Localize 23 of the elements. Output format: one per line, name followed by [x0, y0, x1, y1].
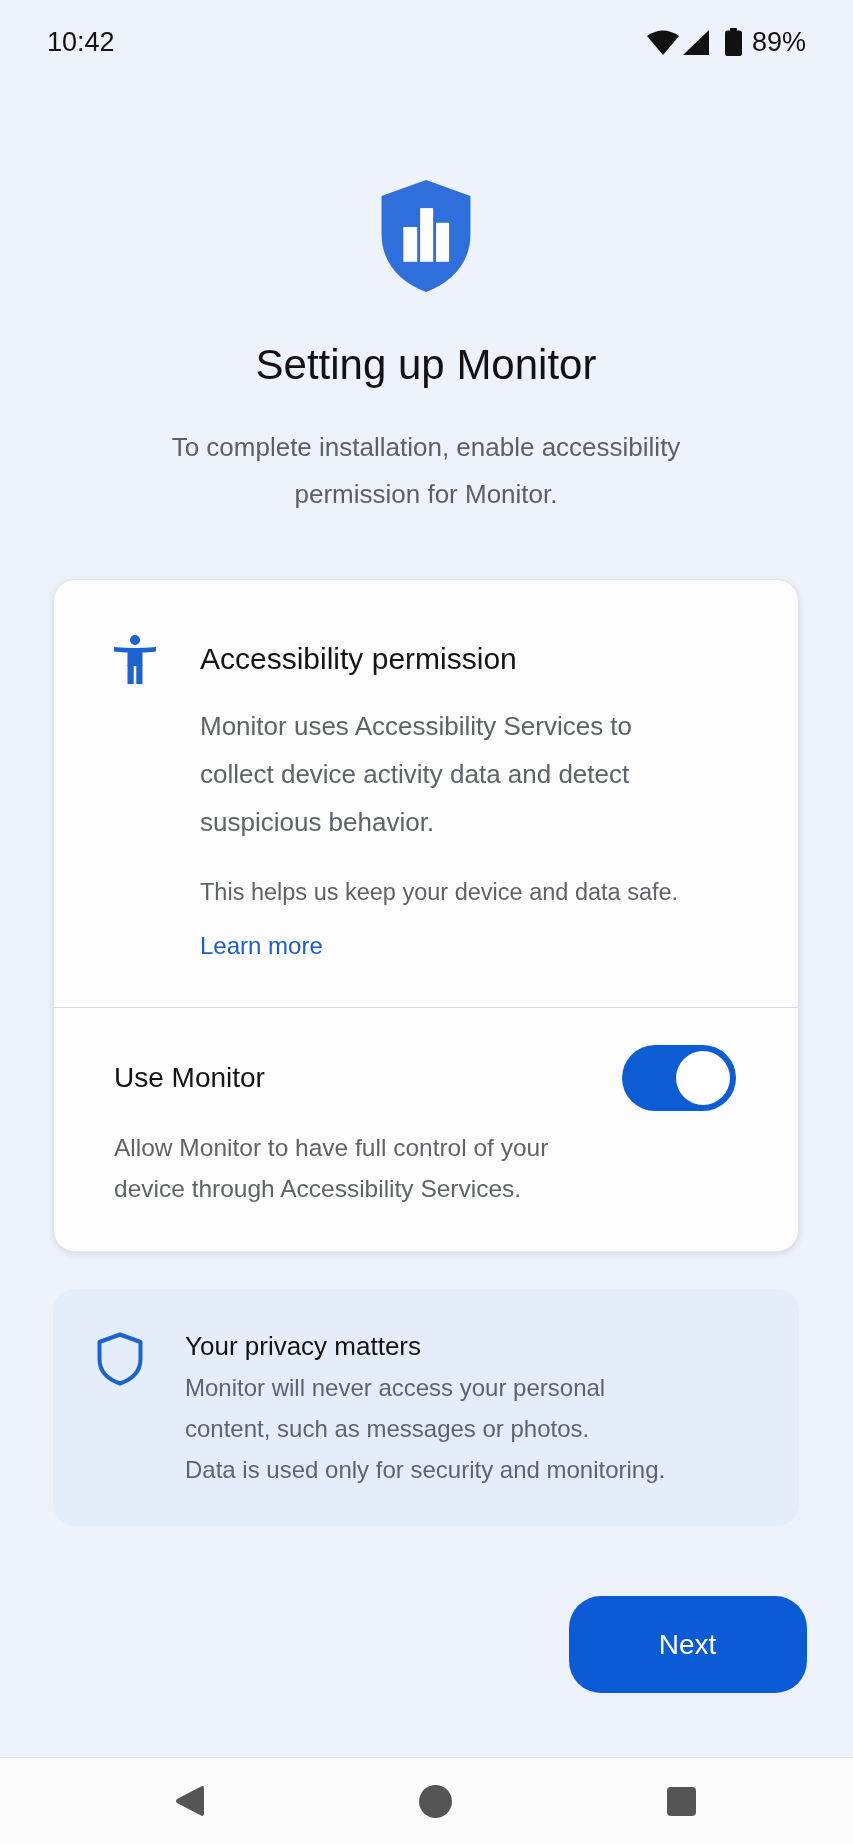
next-button[interactable]: Next [568, 1596, 807, 1693]
signal-icon [682, 29, 709, 55]
permission-title: Accessibility permission [200, 641, 518, 677]
page-title: Setting up Monitor [255, 340, 597, 390]
setting-description: Allow Monitor to have full control of your device through Accessibility Services. [114, 1133, 550, 1204]
page-subtitle: To complete installation, enable accessibility permission for Monitor. [170, 431, 682, 511]
wifi-icon [646, 29, 679, 55]
permission-note: This helps us keep your device and data safe. [200, 878, 680, 907]
privacy-title: Your privacy matters [185, 1330, 423, 1363]
accessibility-person-icon [114, 635, 156, 684]
back-triangle-icon[interactable] [174, 1785, 204, 1817]
privacy-text: Data is used only for security and monitoring. [185, 1455, 667, 1485]
battery-icon [724, 28, 742, 56]
setting-label: Use Monitor [114, 1061, 265, 1094]
privacy-text: Monitor will never access your personal content, such as messages or photos. [185, 1373, 607, 1444]
shield-outline-icon [97, 1332, 143, 1386]
recents-square-icon[interactable] [666, 1786, 696, 1816]
home-circle-icon[interactable] [418, 1784, 452, 1818]
permission-description: Monitor uses Accessibility Services to collect device activity data and detect suspicious behavior. [200, 710, 634, 839]
learn-more-link[interactable]: Learn more [200, 929, 323, 963]
status-time: 10:42 [47, 26, 115, 58]
shield-bar-chart-logo-icon [381, 180, 471, 292]
battery-percent: 89% [751, 26, 806, 58]
